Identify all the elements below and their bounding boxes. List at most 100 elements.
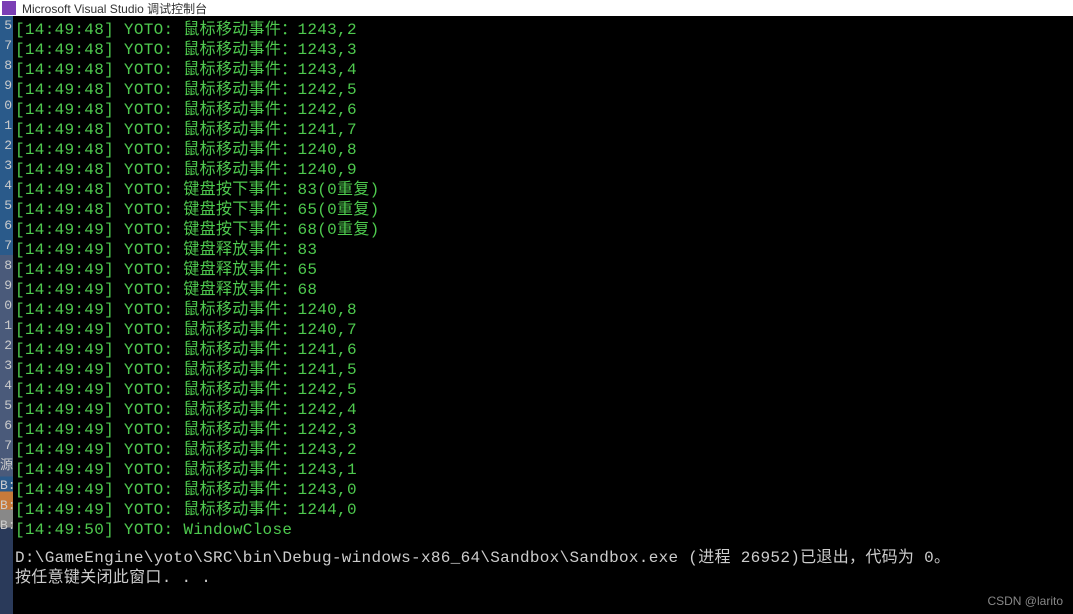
gutter-number: 7 [0,36,13,56]
log-timestamp: [14:49:48] [15,101,114,119]
gutter-number: 0 [0,96,13,116]
gutter-number: 9 [0,76,13,96]
log-timestamp: [14:49:48] [15,21,114,39]
log-prefix: YOTO: [124,361,174,379]
window-title: Microsoft Visual Studio 调试控制台 [22,0,207,17]
log-message: 鼠标移动事件：1243,2 [183,21,357,39]
log-line: [14:49:49] YOTO: 鼠标移动事件：1241,5 [15,360,1071,380]
log-line: [14:49:49] YOTO: 键盘释放事件：83 [15,240,1071,260]
gutter-number: 1 [0,116,13,136]
log-message: WindowClose [183,521,292,539]
gutter-number: 2 [0,136,13,156]
gutter-number: B: [0,496,13,516]
log-message: 鼠标移动事件：1244,0 [183,501,357,519]
gutter-number: 7 [0,436,13,456]
vs-icon [2,1,16,15]
log-line: [14:49:49] YOTO: 键盘释放事件：68 [15,280,1071,300]
gutter-number: B: [0,476,13,496]
log-prefix: YOTO: [124,521,174,539]
title-bar: Microsoft Visual Studio 调试控制台 [0,0,1073,16]
gutter-number: 4 [0,176,13,196]
log-line: [14:49:48] YOTO: 键盘按下事件：65(0重复) [15,200,1071,220]
log-prefix: YOTO: [124,401,174,419]
log-timestamp: [14:49:49] [15,441,114,459]
log-message: 鼠标移动事件：1240,7 [183,321,357,339]
log-line: [14:49:49] YOTO: 鼠标移动事件：1243,2 [15,440,1071,460]
gutter-number: 2 [0,336,13,356]
log-prefix: YOTO: [124,221,174,239]
log-prefix: YOTO: [124,261,174,279]
log-line: [14:49:49] YOTO: 键盘释放事件：65 [15,260,1071,280]
gutter-number: 源 [0,456,13,476]
log-prefix: YOTO: [124,421,174,439]
log-message: 键盘按下事件：65(0重复) [183,201,379,219]
log-prefix: YOTO: [124,441,174,459]
log-line: [14:49:48] YOTO: 鼠标移动事件：1242,5 [15,80,1071,100]
log-line: [14:49:49] YOTO: 鼠标移动事件：1242,5 [15,380,1071,400]
log-message: 鼠标移动事件：1243,3 [183,41,357,59]
log-prefix: YOTO: [124,381,174,399]
log-line: [14:49:49] YOTO: 鼠标移动事件：1242,3 [15,420,1071,440]
log-message: 鼠标移动事件：1243,4 [183,61,357,79]
gutter-number: 0 [0,296,13,316]
log-timestamp: [14:49:50] [15,521,114,539]
log-timestamp: [14:49:48] [15,41,114,59]
log-timestamp: [14:49:49] [15,481,114,499]
log-timestamp: [14:49:49] [15,501,114,519]
gutter-number: 4 [0,376,13,396]
log-timestamp: [14:49:49] [15,221,114,239]
log-timestamp: [14:49:48] [15,181,114,199]
log-message: 鼠标移动事件：1242,5 [183,81,357,99]
log-timestamp: [14:49:49] [15,261,114,279]
log-prefix: YOTO: [124,101,174,119]
log-timestamp: [14:49:49] [15,421,114,439]
log-line: [14:49:50] YOTO: WindowClose [15,520,1071,540]
log-prefix: YOTO: [124,61,174,79]
log-prefix: YOTO: [124,341,174,359]
log-timestamp: [14:49:49] [15,341,114,359]
log-prefix: YOTO: [124,81,174,99]
gutter-number: 5 [0,396,13,416]
gutter-number: 1 [0,316,13,336]
gutter-number: 5 [0,196,13,216]
gutter-number: 9 [0,276,13,296]
log-prefix: YOTO: [124,201,174,219]
log-prefix: YOTO: [124,301,174,319]
log-prefix: YOTO: [124,501,174,519]
gutter-number: 3 [0,356,13,376]
log-line: [14:49:48] YOTO: 鼠标移动事件：1241,7 [15,120,1071,140]
log-timestamp: [14:49:48] [15,81,114,99]
log-message: 鼠标移动事件：1242,4 [183,401,357,419]
log-message: 键盘按下事件：68(0重复) [183,221,379,239]
log-prefix: YOTO: [124,21,174,39]
log-message: 鼠标移动事件：1240,9 [183,161,357,179]
log-timestamp: [14:49:49] [15,281,114,299]
log-prefix: YOTO: [124,241,174,259]
log-prefix: YOTO: [124,181,174,199]
gutter-number: 8 [0,56,13,76]
log-line: [14:49:48] YOTO: 鼠标移动事件：1240,9 [15,160,1071,180]
log-line: [14:49:48] YOTO: 鼠标移动事件：1240,8 [15,140,1071,160]
log-message: 鼠标移动事件：1240,8 [183,141,357,159]
log-message: 鼠标移动事件：1241,7 [183,121,357,139]
log-message: 鼠标移动事件：1243,1 [183,461,357,479]
log-prefix: YOTO: [124,41,174,59]
log-timestamp: [14:49:49] [15,361,114,379]
log-line: [14:49:49] YOTO: 键盘按下事件：68(0重复) [15,220,1071,240]
log-prefix: YOTO: [124,121,174,139]
log-timestamp: [14:49:48] [15,141,114,159]
log-timestamp: [14:49:49] [15,461,114,479]
log-timestamp: [14:49:49] [15,381,114,399]
log-message: 鼠标移动事件：1241,6 [183,341,357,359]
log-line: [14:49:48] YOTO: 鼠标移动事件：1242,6 [15,100,1071,120]
log-timestamp: [14:49:48] [15,161,114,179]
gutter-number: 8 [0,256,13,276]
log-timestamp: [14:49:48] [15,61,114,79]
log-prefix: YOTO: [124,481,174,499]
log-line: [14:49:48] YOTO: 键盘按下事件：83(0重复) [15,180,1071,200]
log-timestamp: [14:49:48] [15,121,114,139]
log-message: 键盘释放事件：65 [183,261,317,279]
log-timestamp: [14:49:49] [15,321,114,339]
log-message: 鼠标移动事件：1241,5 [183,361,357,379]
console-output[interactable]: [14:49:48] YOTO: 鼠标移动事件：1243,2 [14:49:48]… [13,16,1073,614]
